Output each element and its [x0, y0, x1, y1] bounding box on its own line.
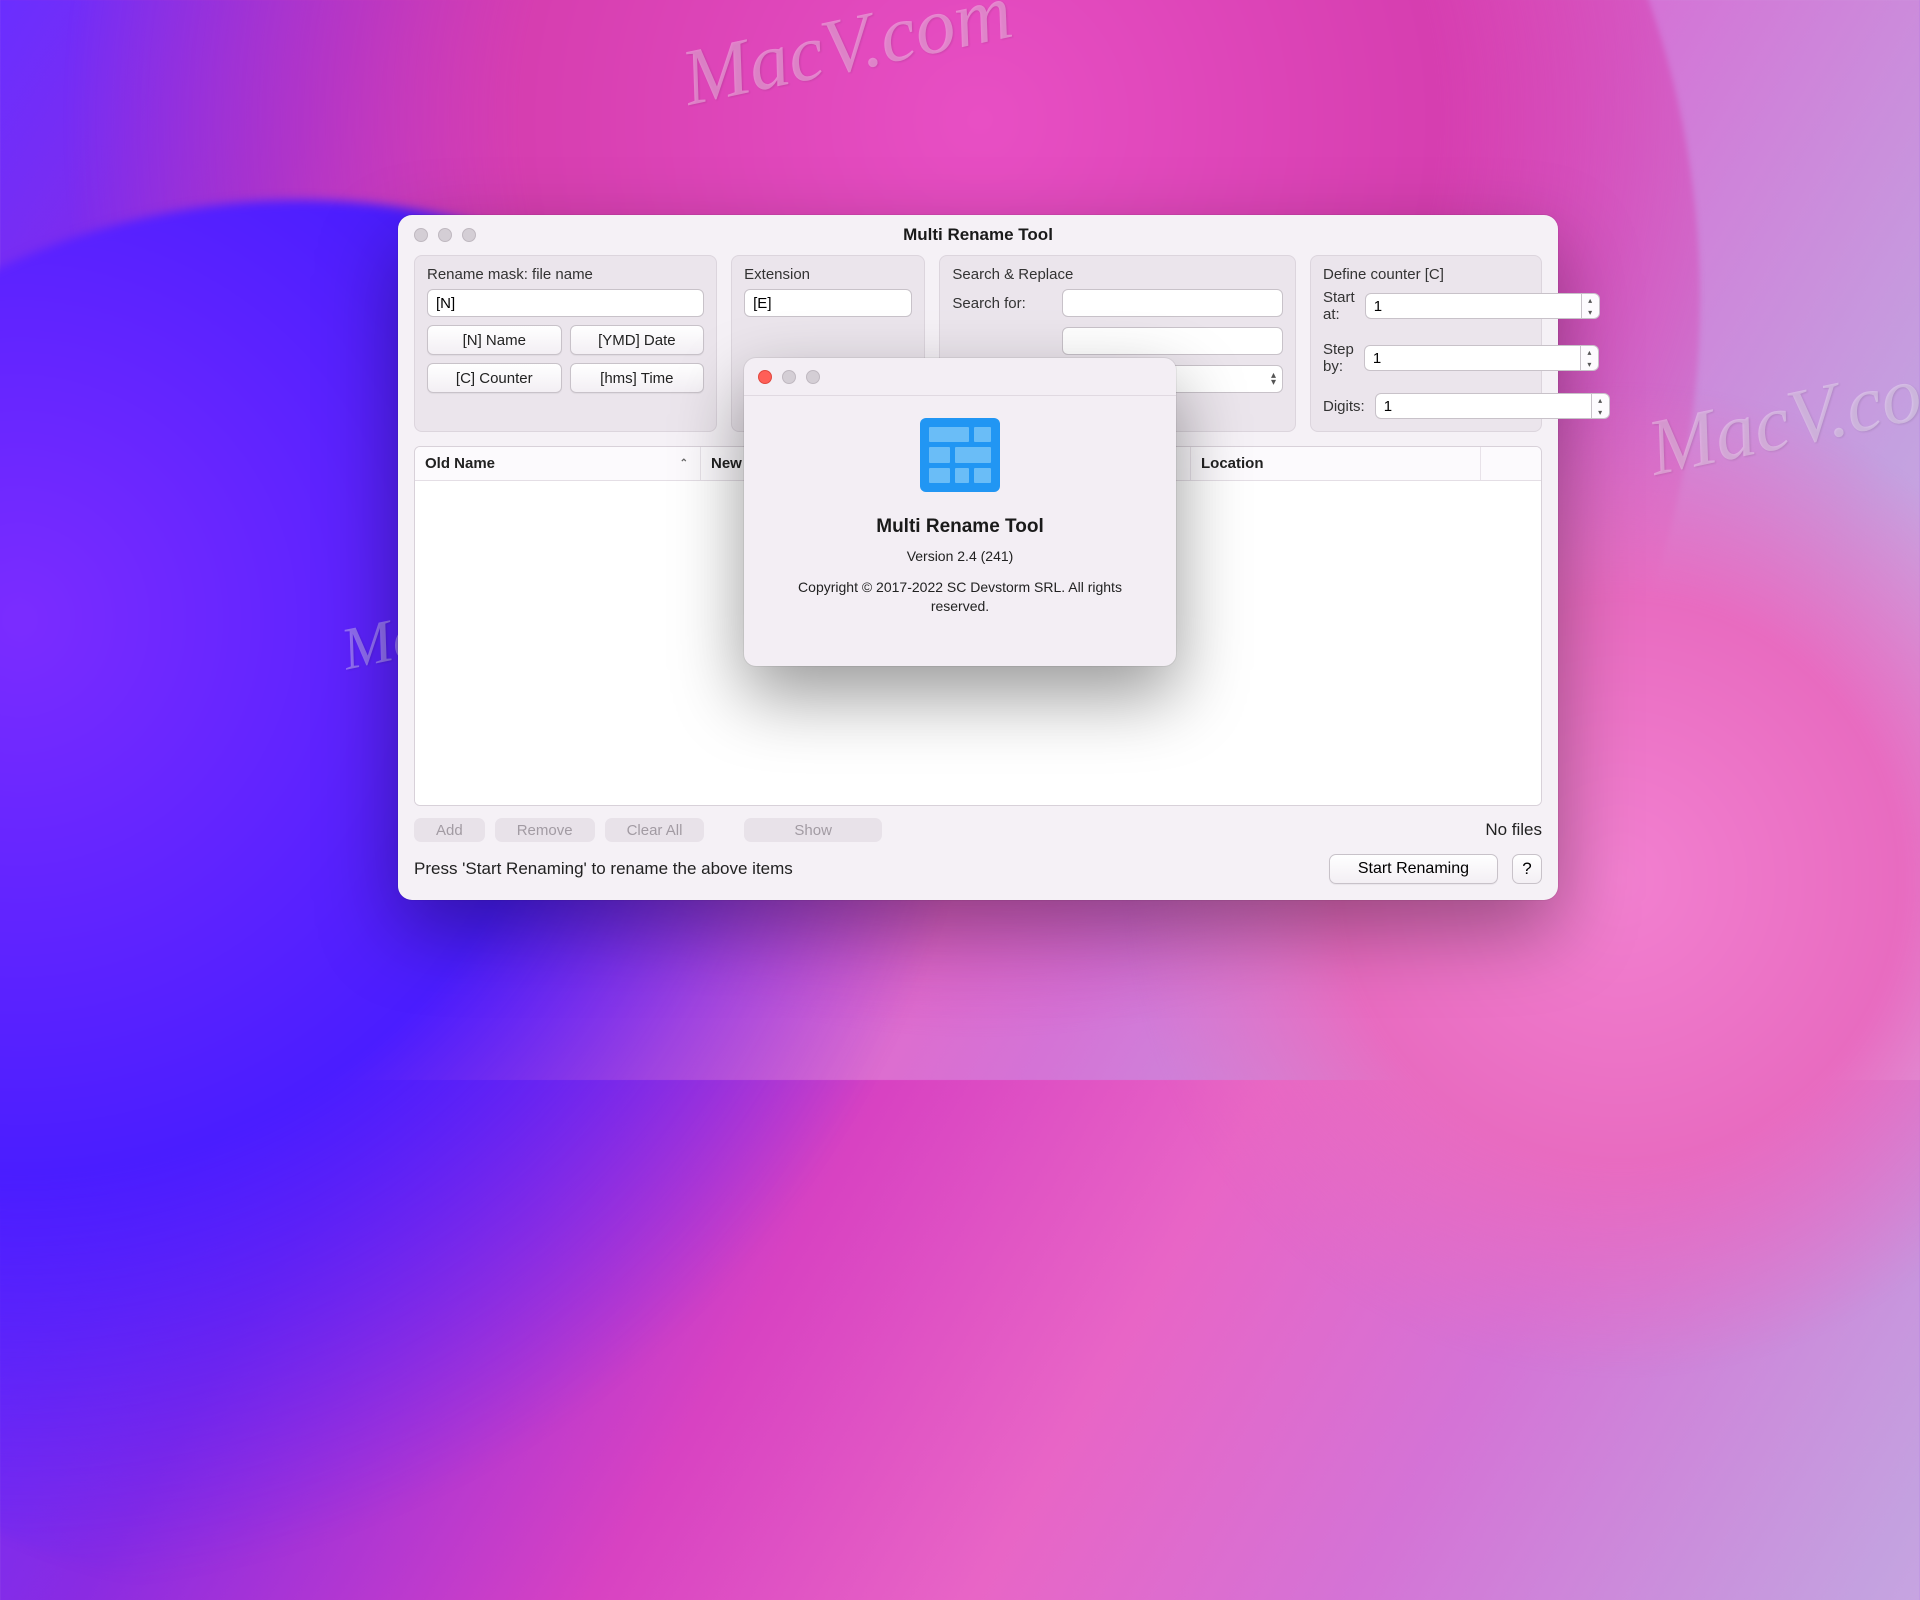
- about-copyright: Copyright © 2017-2022 SC Devstorm SRL. A…: [744, 578, 1176, 616]
- start-at-stepper[interactable]: ▴▾: [1365, 293, 1600, 319]
- remove-button[interactable]: Remove: [495, 818, 595, 842]
- replace-with-input[interactable]: [1062, 327, 1283, 355]
- chevron-updown-icon: ▴▾: [1271, 372, 1276, 386]
- show-button[interactable]: Show: [744, 818, 882, 842]
- no-files-label: No files: [1485, 820, 1542, 840]
- digits-input[interactable]: [1375, 393, 1592, 419]
- add-button[interactable]: Add: [414, 818, 485, 842]
- step-by-label: Step by:: [1323, 341, 1354, 375]
- close-icon[interactable]: [758, 370, 772, 384]
- chevron-down-icon[interactable]: ▾: [1592, 406, 1609, 418]
- name-token-button[interactable]: [N] Name: [427, 325, 562, 355]
- column-old-name[interactable]: Old Name ⌃: [415, 447, 701, 480]
- start-at-input[interactable]: [1365, 293, 1582, 319]
- replace-with-label: [952, 333, 1052, 350]
- chevron-up-icon: ⌃: [680, 458, 688, 469]
- window-title: Multi Rename Tool: [398, 225, 1558, 245]
- panel-title: Extension: [744, 266, 912, 283]
- zoom-icon[interactable]: [806, 370, 820, 384]
- about-dialog: Multi Rename Tool Version 2.4 (241) Copy…: [744, 358, 1176, 666]
- chevron-up-icon[interactable]: ▴: [1582, 294, 1599, 306]
- panel-title: Define counter [C]: [1323, 266, 1529, 283]
- step-by-input[interactable]: [1364, 345, 1581, 371]
- time-token-button[interactable]: [hms] Time: [570, 363, 705, 393]
- chevron-down-icon[interactable]: ▾: [1582, 306, 1599, 318]
- rename-mask-input[interactable]: [427, 289, 704, 317]
- about-title: Multi Rename Tool: [876, 516, 1043, 538]
- extension-input[interactable]: [744, 289, 912, 317]
- date-token-button[interactable]: [YMD] Date: [570, 325, 705, 355]
- panel-title: Rename mask: file name: [427, 266, 704, 283]
- define-counter-panel: Define counter [C] Start at: ▴▾ Step by:…: [1310, 255, 1542, 432]
- panel-title: Search & Replace: [952, 266, 1283, 283]
- search-for-input[interactable]: [1062, 289, 1283, 317]
- start-at-label: Start at:: [1323, 289, 1355, 323]
- hint-text: Press 'Start Renaming' to rename the abo…: [414, 859, 793, 879]
- column-location[interactable]: Location: [1191, 447, 1481, 480]
- about-titlebar: [744, 358, 1176, 396]
- digits-stepper[interactable]: ▴▾: [1375, 393, 1610, 419]
- start-renaming-button[interactable]: Start Renaming: [1329, 854, 1498, 884]
- counter-token-button[interactable]: [C] Counter: [427, 363, 562, 393]
- chevron-up-icon[interactable]: ▴: [1581, 346, 1598, 358]
- about-version: Version 2.4 (241): [907, 548, 1014, 564]
- column-spacer: [1481, 447, 1541, 480]
- titlebar: Multi Rename Tool: [398, 215, 1558, 255]
- app-icon: [920, 418, 1000, 492]
- rename-mask-panel: Rename mask: file name [N] Name [YMD] Da…: [414, 255, 717, 432]
- step-by-stepper[interactable]: ▴▾: [1364, 345, 1599, 371]
- chevron-down-icon[interactable]: ▾: [1581, 358, 1598, 370]
- search-for-label: Search for:: [952, 295, 1052, 312]
- chevron-up-icon[interactable]: ▴: [1592, 394, 1609, 406]
- help-button[interactable]: ?: [1512, 854, 1542, 884]
- clear-all-button[interactable]: Clear All: [605, 818, 705, 842]
- digits-label: Digits:: [1323, 398, 1365, 415]
- minimize-icon[interactable]: [782, 370, 796, 384]
